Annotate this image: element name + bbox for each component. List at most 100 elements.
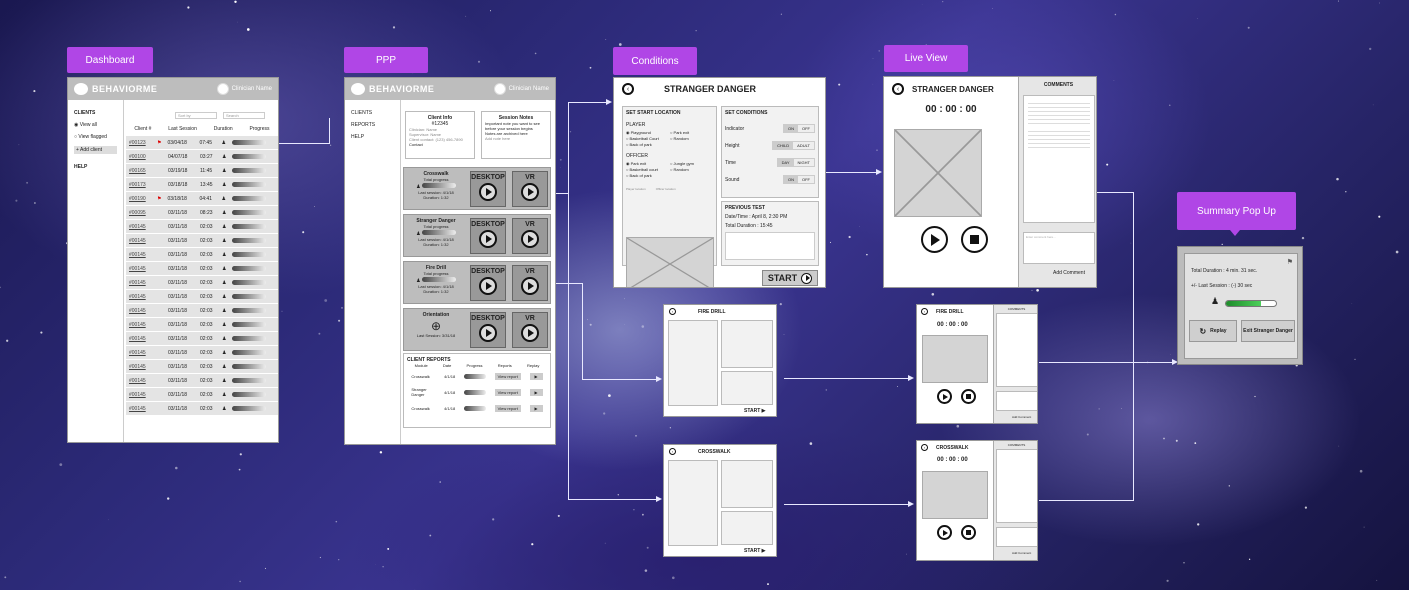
vr-button[interactable]: VR bbox=[512, 265, 548, 301]
add-comment-button[interactable]: Add Comment bbox=[1012, 415, 1031, 419]
toggle[interactable]: ON OFF bbox=[783, 124, 815, 133]
desktop-button[interactable]: DESKTOP bbox=[470, 171, 506, 207]
radio-option[interactable]: ○ Jungle gym bbox=[670, 161, 713, 166]
radio-option[interactable]: ◉ Park exit bbox=[626, 161, 669, 166]
client-id[interactable]: #00145 bbox=[129, 308, 151, 314]
table-row[interactable]: #00145 03/11/18 02:03 ♟ bbox=[126, 290, 278, 304]
desktop-button[interactable]: DESKTOP bbox=[470, 265, 506, 301]
table-row[interactable]: #00145 03/11/18 02:03 ♟ bbox=[126, 304, 278, 318]
radio-option[interactable]: ○ Park exit bbox=[670, 130, 713, 135]
sidebar-item-clients[interactable]: CLIENTS bbox=[351, 110, 394, 116]
table-row[interactable]: #00145 03/11/18 02:03 ♟ bbox=[126, 248, 278, 262]
play-button[interactable] bbox=[921, 226, 948, 253]
client-id[interactable]: #00145 bbox=[129, 378, 151, 384]
toggle[interactable]: DAY NIGHT bbox=[776, 158, 815, 167]
search-input[interactable]: Search bbox=[223, 112, 265, 119]
stop-button[interactable] bbox=[961, 525, 976, 540]
add-comment-button[interactable]: Add Comment bbox=[1012, 551, 1031, 555]
back-icon[interactable]: ‹ bbox=[669, 448, 676, 455]
table-row[interactable]: #00123 ⚑ 03/04/18 07:45 ♟ bbox=[126, 136, 278, 150]
start-button[interactable]: START bbox=[762, 270, 818, 286]
view-report-button[interactable]: View report bbox=[494, 372, 521, 380]
clinician-menu[interactable]: Clinician Name bbox=[493, 83, 549, 95]
table-row[interactable]: #00145 03/11/18 02:03 ♟ bbox=[126, 318, 278, 332]
radio-option[interactable]: ○ Basketball court bbox=[626, 167, 669, 172]
toggle[interactable]: ON OFF bbox=[783, 175, 815, 184]
view-report-button[interactable]: View report bbox=[494, 388, 521, 396]
radio-view-all[interactable]: ◉ View all bbox=[74, 122, 117, 128]
radio-option[interactable]: ○ Back of park bbox=[626, 173, 669, 178]
replay-button[interactable]: ▶ bbox=[529, 404, 543, 412]
stop-button[interactable] bbox=[961, 226, 988, 253]
play-button[interactable] bbox=[937, 525, 952, 540]
start-button[interactable]: START ▶ bbox=[744, 548, 766, 554]
exit-button[interactable]: Exit Stranger Danger bbox=[1241, 320, 1295, 342]
sidebar-item-help[interactable]: HELP bbox=[351, 134, 394, 140]
comment-input[interactable] bbox=[996, 527, 1037, 547]
client-id[interactable]: #00145 bbox=[129, 406, 151, 412]
contact-button[interactable]: Contact bbox=[409, 142, 471, 147]
table-row[interactable]: #00173 03/18/18 13:45 ♟ bbox=[126, 178, 278, 192]
radio-option[interactable]: ○ Back of park bbox=[626, 142, 669, 147]
client-id[interactable]: #00145 bbox=[129, 322, 151, 328]
client-id[interactable]: #00165 bbox=[129, 168, 151, 174]
table-row[interactable]: #00145 03/11/18 02:03 ♟ bbox=[126, 332, 278, 346]
view-report-button[interactable]: View report bbox=[494, 404, 521, 412]
stop-button[interactable] bbox=[961, 389, 976, 404]
table-row[interactable]: #00145 03/11/18 02:03 ♟ bbox=[126, 276, 278, 290]
vr-button[interactable]: VR bbox=[512, 218, 548, 254]
client-id[interactable]: #00173 bbox=[129, 182, 151, 188]
sort-select[interactable]: Sort by bbox=[175, 112, 217, 119]
table-row[interactable]: #00145 03/11/18 02:03 ♟ bbox=[126, 220, 278, 234]
comment-input[interactable]: Enter comment here... bbox=[1023, 232, 1095, 264]
clinician-menu[interactable]: Clinician Name bbox=[216, 83, 272, 95]
vr-button[interactable]: VR bbox=[512, 312, 548, 348]
vr-button[interactable]: VR bbox=[512, 171, 548, 207]
sidebar-item-help[interactable]: HELP bbox=[74, 164, 117, 170]
radio-option[interactable]: ◉ Playground bbox=[626, 130, 669, 135]
client-id[interactable]: #00145 bbox=[129, 294, 151, 300]
add-comment-button[interactable]: Add Comment bbox=[1053, 270, 1085, 276]
add-note-input[interactable]: Add note here bbox=[485, 136, 547, 141]
client-id[interactable]: #00145 bbox=[129, 266, 151, 272]
replay-button[interactable]: ▶ bbox=[529, 372, 543, 380]
table-row[interactable]: #00095 03/11/18 08:23 ♟ bbox=[126, 206, 278, 220]
back-icon[interactable]: ‹ bbox=[622, 83, 634, 95]
desktop-button[interactable]: DESKTOP bbox=[470, 312, 506, 348]
client-id[interactable]: #00145 bbox=[129, 350, 151, 356]
table-row[interactable]: #00145 03/11/18 02:03 ♟ bbox=[126, 388, 278, 402]
radio-option[interactable]: ○ Random bbox=[670, 136, 713, 141]
table-row[interactable]: #00145 03/11/18 02:03 ♟ bbox=[126, 360, 278, 374]
radio-option[interactable]: ○ Random bbox=[670, 167, 713, 172]
table-row[interactable]: #00145 03/11/18 02:03 ♟ bbox=[126, 346, 278, 360]
table-row[interactable]: #00100 04/07/18 03:27 ♟ bbox=[126, 150, 278, 164]
table-row[interactable]: #00145 03/11/18 02:03 ♟ bbox=[126, 402, 278, 416]
table-row[interactable]: #00145 03/11/18 02:03 ♟ bbox=[126, 234, 278, 248]
sidebar-item-reports[interactable]: REPORTS bbox=[351, 122, 394, 128]
desktop-button[interactable]: DESKTOP bbox=[470, 218, 506, 254]
table-row[interactable]: #00165 03/19/18 11:45 ♟ bbox=[126, 164, 278, 178]
client-id[interactable]: #00145 bbox=[129, 364, 151, 370]
client-id[interactable]: #00123 bbox=[129, 140, 151, 146]
replay-button[interactable]: ▶ bbox=[529, 388, 543, 396]
client-id[interactable]: #00190 bbox=[129, 196, 151, 202]
client-id[interactable]: #00145 bbox=[129, 238, 151, 244]
client-id[interactable]: #00145 bbox=[129, 392, 151, 398]
table-row[interactable]: #00190 ⚑ 03/18/18 04:41 ♟ bbox=[126, 192, 278, 206]
add-client-button[interactable]: + Add client bbox=[74, 146, 117, 154]
client-id[interactable]: #00145 bbox=[129, 280, 151, 286]
client-id[interactable]: #00145 bbox=[129, 252, 151, 258]
back-icon[interactable]: ‹ bbox=[892, 83, 904, 95]
back-icon[interactable]: ‹ bbox=[921, 308, 928, 315]
start-button[interactable]: START ▶ bbox=[744, 408, 766, 414]
client-id[interactable]: #00100 bbox=[129, 154, 151, 160]
table-row[interactable]: #00145 03/11/18 02:03 ♟ bbox=[126, 374, 278, 388]
client-id[interactable]: #00145 bbox=[129, 336, 151, 342]
client-id[interactable]: #00145 bbox=[129, 224, 151, 230]
client-id[interactable]: #00095 bbox=[129, 210, 151, 216]
play-button[interactable] bbox=[937, 389, 952, 404]
sidebar-item-clients[interactable]: CLIENTS bbox=[74, 110, 117, 116]
comment-input[interactable] bbox=[996, 391, 1037, 411]
toggle[interactable]: CHILD ADULT bbox=[772, 141, 815, 150]
back-icon[interactable]: ‹ bbox=[921, 444, 928, 451]
